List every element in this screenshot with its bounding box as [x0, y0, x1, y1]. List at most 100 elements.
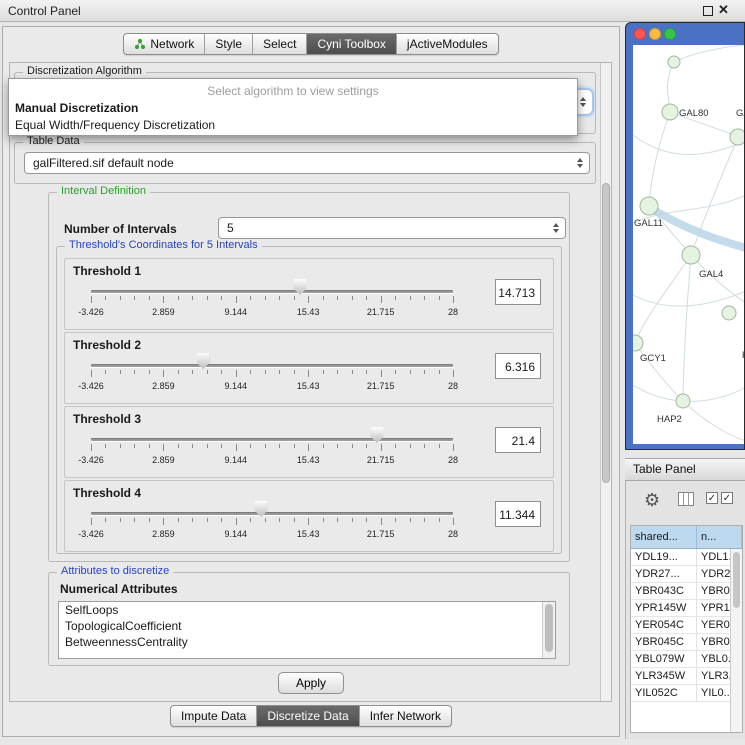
- tab-select[interactable]: Select: [252, 34, 306, 54]
- slider-track[interactable]: [91, 290, 453, 293]
- network-edge[interactable]: [636, 255, 691, 341]
- threshold-3-slider[interactable]: -3.4262.8599.14415.4321.71528: [91, 429, 453, 471]
- tab-label: Discretize Data: [267, 709, 348, 723]
- table-cell: YBL079W: [631, 651, 697, 667]
- network-node[interactable]: [722, 306, 736, 320]
- threshold-value-field[interactable]: 21.4: [495, 427, 541, 453]
- table-cell: YBR045C: [631, 634, 697, 650]
- numerical-attributes-list: SelfLoopsTopologicalCoefficientBetweenne…: [58, 601, 556, 659]
- minimize-traffic-light[interactable]: [649, 28, 661, 40]
- scrollbar-thumb[interactable]: [733, 552, 740, 608]
- table-row[interactable]: YDL19...YDL1...: [631, 549, 742, 566]
- table-cell: YIL052C: [631, 685, 697, 701]
- network-node[interactable]: [730, 129, 745, 145]
- table-row[interactable]: YLR345WYLR3...: [631, 668, 742, 685]
- column-header-name[interactable]: n...: [697, 526, 742, 548]
- slider-track[interactable]: [91, 512, 453, 515]
- threshold-value-field[interactable]: 14.713: [495, 279, 541, 305]
- slider-tick: [337, 296, 338, 300]
- slider-tick: [192, 370, 193, 374]
- tab-impute-data[interactable]: Impute Data: [171, 706, 256, 726]
- float-window-icon[interactable]: [703, 6, 713, 16]
- network-edge[interactable]: [649, 112, 670, 205]
- threshold-2-slider[interactable]: -3.4262.8599.14415.4321.71528: [91, 355, 453, 397]
- threshold-value-field[interactable]: 6.316: [495, 353, 541, 379]
- table-row[interactable]: YBR045CYBR0...: [631, 634, 742, 651]
- table-toolbar: ⚙ ✓ ✓: [626, 487, 745, 517]
- threshold-1-slider[interactable]: -3.4262.8599.14415.4321.71528: [91, 281, 453, 323]
- attributes-list-scrollbar[interactable]: [542, 602, 555, 658]
- network-node[interactable]: [676, 394, 690, 408]
- network-edge[interactable]: [683, 401, 745, 441]
- settings-scrollbar[interactable]: [600, 63, 611, 701]
- slider-tick: [207, 370, 208, 374]
- network-edge[interactable]: [683, 255, 691, 398]
- slider-track[interactable]: [91, 438, 453, 441]
- slider-tick: [120, 296, 121, 300]
- table-row[interactable]: YDR27...YDR2...: [631, 566, 742, 583]
- tab-network[interactable]: Network: [124, 34, 204, 54]
- table-row[interactable]: YBL079WYBL0...: [631, 651, 742, 668]
- network-edge[interactable]: [633, 135, 745, 155]
- close-icon[interactable]: ✕: [718, 2, 729, 18]
- show-columns-icon[interactable]: [678, 492, 694, 506]
- apply-button[interactable]: Apply: [278, 672, 344, 694]
- slider-tick: [439, 296, 440, 300]
- scrollbar-thumb[interactable]: [545, 604, 553, 652]
- slider-tick: [453, 296, 454, 303]
- dropdown-option-manual-discretization[interactable]: Manual Discretization: [9, 100, 577, 117]
- table-row[interactable]: YBR043CYBR0...: [631, 583, 742, 600]
- network-edge[interactable]: [649, 207, 745, 248]
- close-traffic-light[interactable]: [634, 28, 646, 40]
- network-canvas[interactable]: GAL80GAGAL11GAL4GCY1HHAP2: [633, 45, 745, 444]
- dropdown-option-equal-width[interactable]: Equal Width/Frequency Discretization: [9, 117, 577, 134]
- network-edge[interactable]: [674, 45, 745, 62]
- slider-tick: [120, 370, 121, 374]
- network-node[interactable]: [682, 246, 700, 264]
- slider-track[interactable]: [91, 364, 453, 367]
- slider-tick: [178, 296, 179, 300]
- table-row[interactable]: YIL052CYIL0...: [631, 685, 742, 702]
- tab-infer-network[interactable]: Infer Network: [359, 706, 451, 726]
- attribute-list-item[interactable]: TopologicalCoefficient: [59, 618, 555, 634]
- scale-tick-label: 21.715: [367, 529, 395, 539]
- slider-tick: [250, 444, 251, 448]
- slider-tick: [149, 370, 150, 374]
- network-edge[interactable]: [633, 291, 745, 306]
- threshold-value-field[interactable]: 11.344: [495, 501, 541, 527]
- tab-discretize-data[interactable]: Discretize Data: [256, 706, 358, 726]
- gear-icon[interactable]: ⚙: [644, 489, 660, 511]
- slider-tick: [381, 370, 382, 377]
- number-of-intervals-combobox[interactable]: 5: [218, 217, 566, 239]
- scrollbar-thumb[interactable]: [602, 183, 610, 483]
- tab-style[interactable]: Style: [204, 34, 252, 54]
- slider-tick: [323, 518, 324, 522]
- table-data-combobox[interactable]: galFiltered.sif default node: [24, 152, 590, 174]
- column-header-shared-name[interactable]: shared...: [631, 526, 697, 548]
- combo-arrows-icon: [580, 97, 586, 107]
- table-cell: YDL19...: [631, 549, 697, 565]
- table-row[interactable]: YPR145WYPR1...: [631, 600, 742, 617]
- tab-jactivemodules[interactable]: jActiveModules: [396, 34, 498, 54]
- zoom-traffic-light[interactable]: [664, 28, 676, 40]
- threshold-1-panel: Threshold 1 -3.4262.8599.14415.4321.7152…: [64, 258, 554, 330]
- table-panel-title: Table Panel: [633, 459, 696, 480]
- select-all-checkbox-icon[interactable]: ✓: [706, 492, 718, 504]
- slider-tick: [279, 296, 280, 300]
- slider-tick: [381, 518, 382, 525]
- network-node[interactable]: [668, 56, 680, 68]
- table-scrollbar[interactable]: [730, 549, 742, 732]
- slider-tick: [323, 370, 324, 374]
- attribute-list-item[interactable]: BetweennessCentrality: [59, 634, 555, 650]
- top-tab-bar: Network Style Select Cyni Toolbox jActiv…: [0, 33, 622, 55]
- combo-arrows-icon: [577, 158, 583, 168]
- network-node-label: HAP2: [657, 414, 682, 425]
- attribute-list-item[interactable]: SelfLoops: [59, 602, 555, 618]
- tab-cyni-toolbox[interactable]: Cyni Toolbox: [306, 34, 395, 54]
- network-node[interactable]: [662, 104, 678, 120]
- threshold-4-slider[interactable]: -3.4262.8599.14415.4321.71528: [91, 503, 453, 545]
- select-none-checkbox-icon[interactable]: ✓: [721, 492, 733, 504]
- table-row[interactable]: YER054CYER0...: [631, 617, 742, 634]
- network-node[interactable]: [633, 335, 643, 351]
- network-node[interactable]: [640, 197, 658, 215]
